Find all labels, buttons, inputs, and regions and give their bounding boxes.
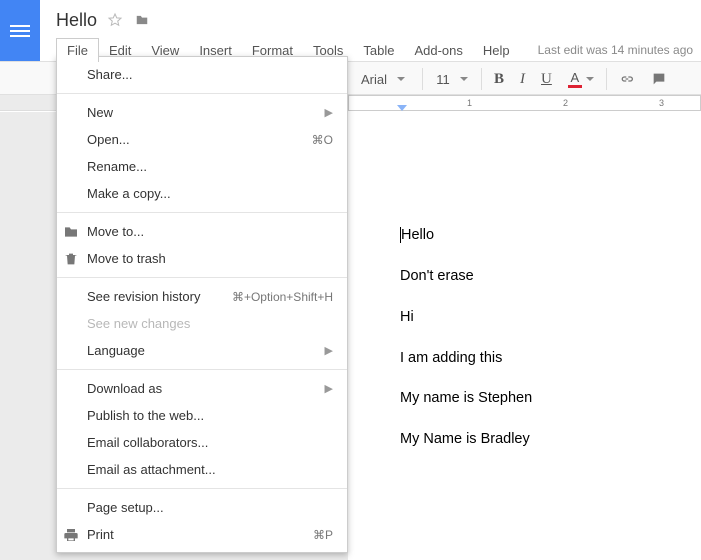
ruler-tick: 2 xyxy=(563,98,568,108)
caret-icon xyxy=(586,77,594,81)
caret-icon xyxy=(397,77,405,81)
submenu-arrow-icon: ▶ xyxy=(325,344,333,357)
file-menu-dropdown: Share... New▶ Open...⌘O Rename... Make a… xyxy=(56,56,348,553)
underline-button[interactable]: U xyxy=(533,65,560,93)
link-icon xyxy=(619,71,635,87)
shortcut: ⌘O xyxy=(312,133,333,147)
divider xyxy=(422,68,423,90)
doc-line[interactable]: My Name is Bradley xyxy=(400,430,701,449)
menu-file[interactable]: File xyxy=(56,38,99,62)
text-color-button[interactable]: A xyxy=(560,65,602,93)
doc-line[interactable]: Don't erase xyxy=(400,267,701,286)
submenu-arrow-icon: ▶ xyxy=(325,382,333,395)
menu-item-email-attachment[interactable]: Email as attachment... xyxy=(57,456,347,483)
menu-separator xyxy=(57,212,347,213)
menu-item-print[interactable]: Print⌘P xyxy=(57,521,347,548)
menu-separator xyxy=(57,488,347,489)
menu-addons[interactable]: Add-ons xyxy=(404,39,472,62)
folder-icon[interactable] xyxy=(133,13,151,27)
menu-item-email-collaborators[interactable]: Email collaborators... xyxy=(57,429,347,456)
docs-home-button[interactable] xyxy=(0,0,40,61)
menu-item-see-new-changes: See new changes xyxy=(57,310,347,337)
submenu-arrow-icon: ▶ xyxy=(325,106,333,119)
insert-link-button[interactable] xyxy=(611,65,643,93)
menu-table[interactable]: Table xyxy=(353,39,404,62)
comment-icon xyxy=(651,71,667,87)
doc-line[interactable]: Hi xyxy=(400,308,701,327)
font-select[interactable]: Arial xyxy=(348,65,418,93)
ruler[interactable]: 1 2 3 xyxy=(348,95,701,111)
menu-help[interactable]: Help xyxy=(473,39,520,62)
document-page[interactable]: Hello Don't erase Hi I am adding this My… xyxy=(348,112,701,560)
trash-icon xyxy=(63,251,79,267)
indent-marker[interactable] xyxy=(397,105,407,111)
document-body[interactable]: Hello Don't erase Hi I am adding this My… xyxy=(348,112,701,449)
menu-item-move-to-trash[interactable]: Move to trash xyxy=(57,245,347,272)
text-color-label: A xyxy=(571,71,580,84)
folder-icon xyxy=(63,224,79,240)
doc-line[interactable]: Hello xyxy=(400,226,701,245)
menu-item-language[interactable]: Language▶ xyxy=(57,337,347,364)
menu-item-rename[interactable]: Rename... xyxy=(57,153,347,180)
font-size: 11 xyxy=(436,72,450,87)
menu-item-publish[interactable]: Publish to the web... xyxy=(57,402,347,429)
last-edit-text[interactable]: Last edit was 14 minutes ago xyxy=(538,43,693,57)
doc-line[interactable]: My name is Stephen xyxy=(400,389,701,408)
font-size-select[interactable]: 11 xyxy=(427,65,477,93)
shortcut: ⌘P xyxy=(313,528,333,542)
divider xyxy=(606,68,607,90)
divider xyxy=(481,68,482,90)
font-name: Arial xyxy=(361,72,387,87)
menu-item-revision-history[interactable]: See revision history⌘+Option+Shift+H xyxy=(57,283,347,310)
color-bar xyxy=(568,85,582,88)
bold-button[interactable]: B xyxy=(486,65,512,93)
ruler-tick: 1 xyxy=(467,98,472,108)
caret-icon xyxy=(460,77,468,81)
star-icon[interactable] xyxy=(107,12,123,28)
shortcut: ⌘+Option+Shift+H xyxy=(232,290,333,304)
menu-item-new[interactable]: New▶ xyxy=(57,99,347,126)
menu-separator xyxy=(57,369,347,370)
menu-item-download-as[interactable]: Download as▶ xyxy=(57,375,347,402)
menu-separator xyxy=(57,93,347,94)
menu-icon xyxy=(10,22,30,40)
doc-line[interactable]: I am adding this xyxy=(400,349,701,368)
menu-item-make-copy[interactable]: Make a copy... xyxy=(57,180,347,207)
menu-separator xyxy=(57,277,347,278)
menu-item-page-setup[interactable]: Page setup... xyxy=(57,494,347,521)
italic-button[interactable]: I xyxy=(512,65,533,93)
print-icon xyxy=(63,527,79,543)
menu-item-open[interactable]: Open...⌘O xyxy=(57,126,347,153)
ruler-tick: 3 xyxy=(659,98,664,108)
document-title[interactable]: Hello xyxy=(56,10,97,31)
insert-comment-button[interactable] xyxy=(643,65,675,93)
menu-item-move-to[interactable]: Move to... xyxy=(57,218,347,245)
menu-item-share[interactable]: Share... xyxy=(57,61,347,88)
